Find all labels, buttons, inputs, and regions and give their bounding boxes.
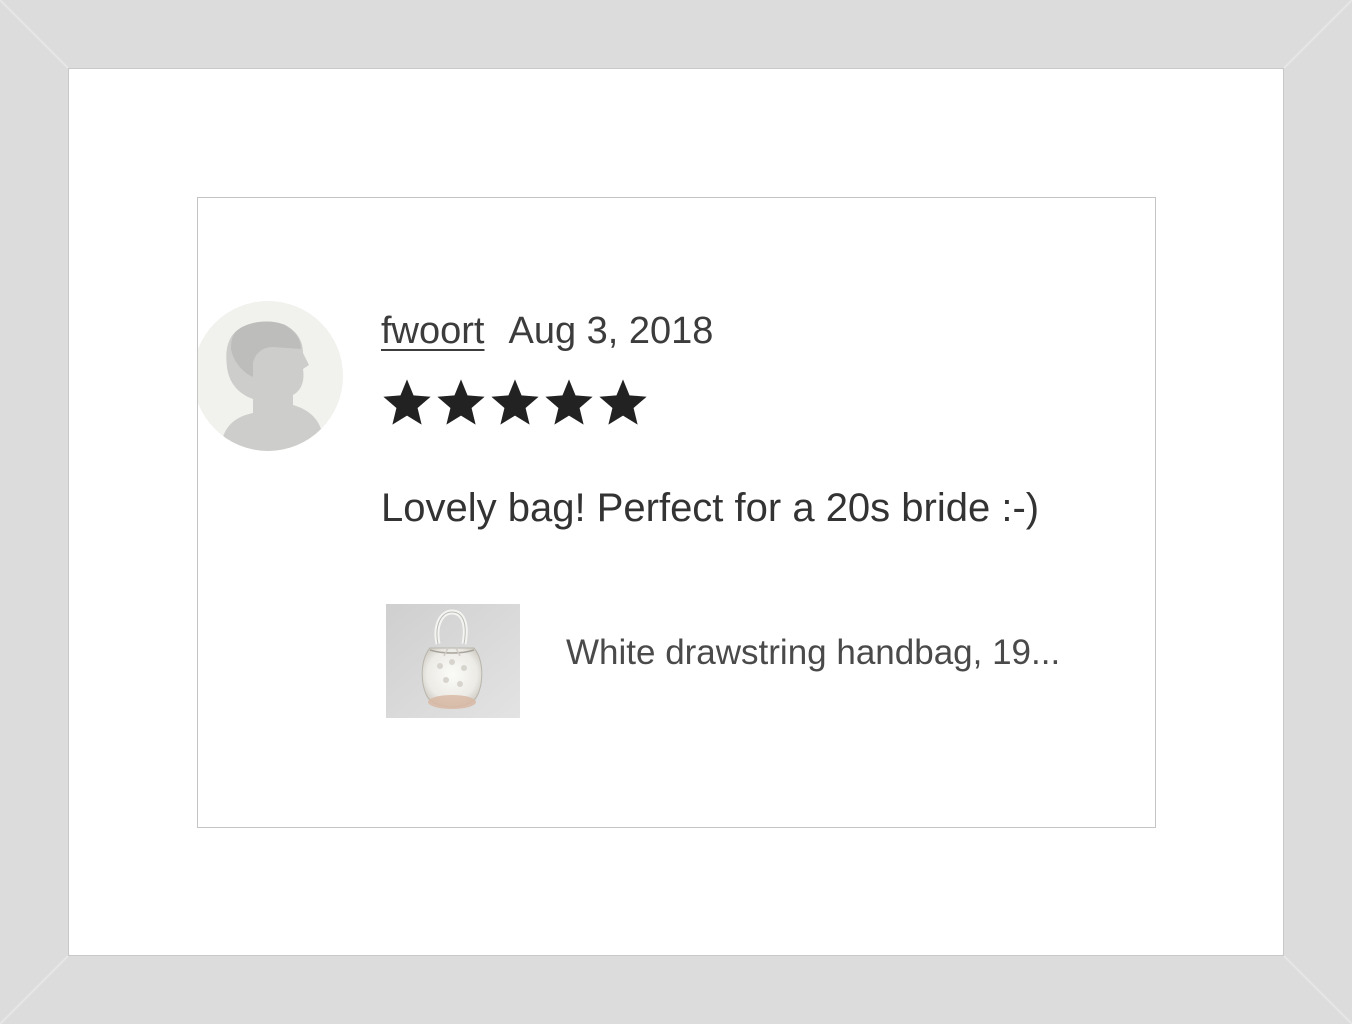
review-card: fwoort Aug 3, 2018 Lovely bag! Perfect fo…	[197, 197, 1156, 828]
product-title-link[interactable]: White drawstring handbag, 19...	[566, 630, 1060, 676]
star-filled-icon	[437, 379, 485, 425]
star-filled-icon	[545, 379, 593, 425]
review-meta: fwoort Aug 3, 2018	[381, 306, 713, 356]
star-filled-icon	[599, 379, 647, 425]
review-date: Aug 3, 2018	[508, 310, 714, 352]
review-text: Lovely bag! Perfect for a 20s bride :-)	[381, 486, 1040, 530]
drawstring-handbag-image	[386, 604, 520, 718]
star-rating	[380, 376, 650, 436]
reviewer-username-link[interactable]: fwoort	[381, 310, 484, 352]
star-filled-icon	[491, 379, 539, 425]
product-thumbnail[interactable]	[386, 604, 520, 718]
avatar[interactable]	[198, 301, 343, 451]
picture-frame: fwoort Aug 3, 2018 Lovely bag! Perfect fo…	[0, 0, 1352, 1024]
star-filled-icon	[383, 379, 431, 425]
default-user-silhouette-icon	[198, 301, 343, 451]
